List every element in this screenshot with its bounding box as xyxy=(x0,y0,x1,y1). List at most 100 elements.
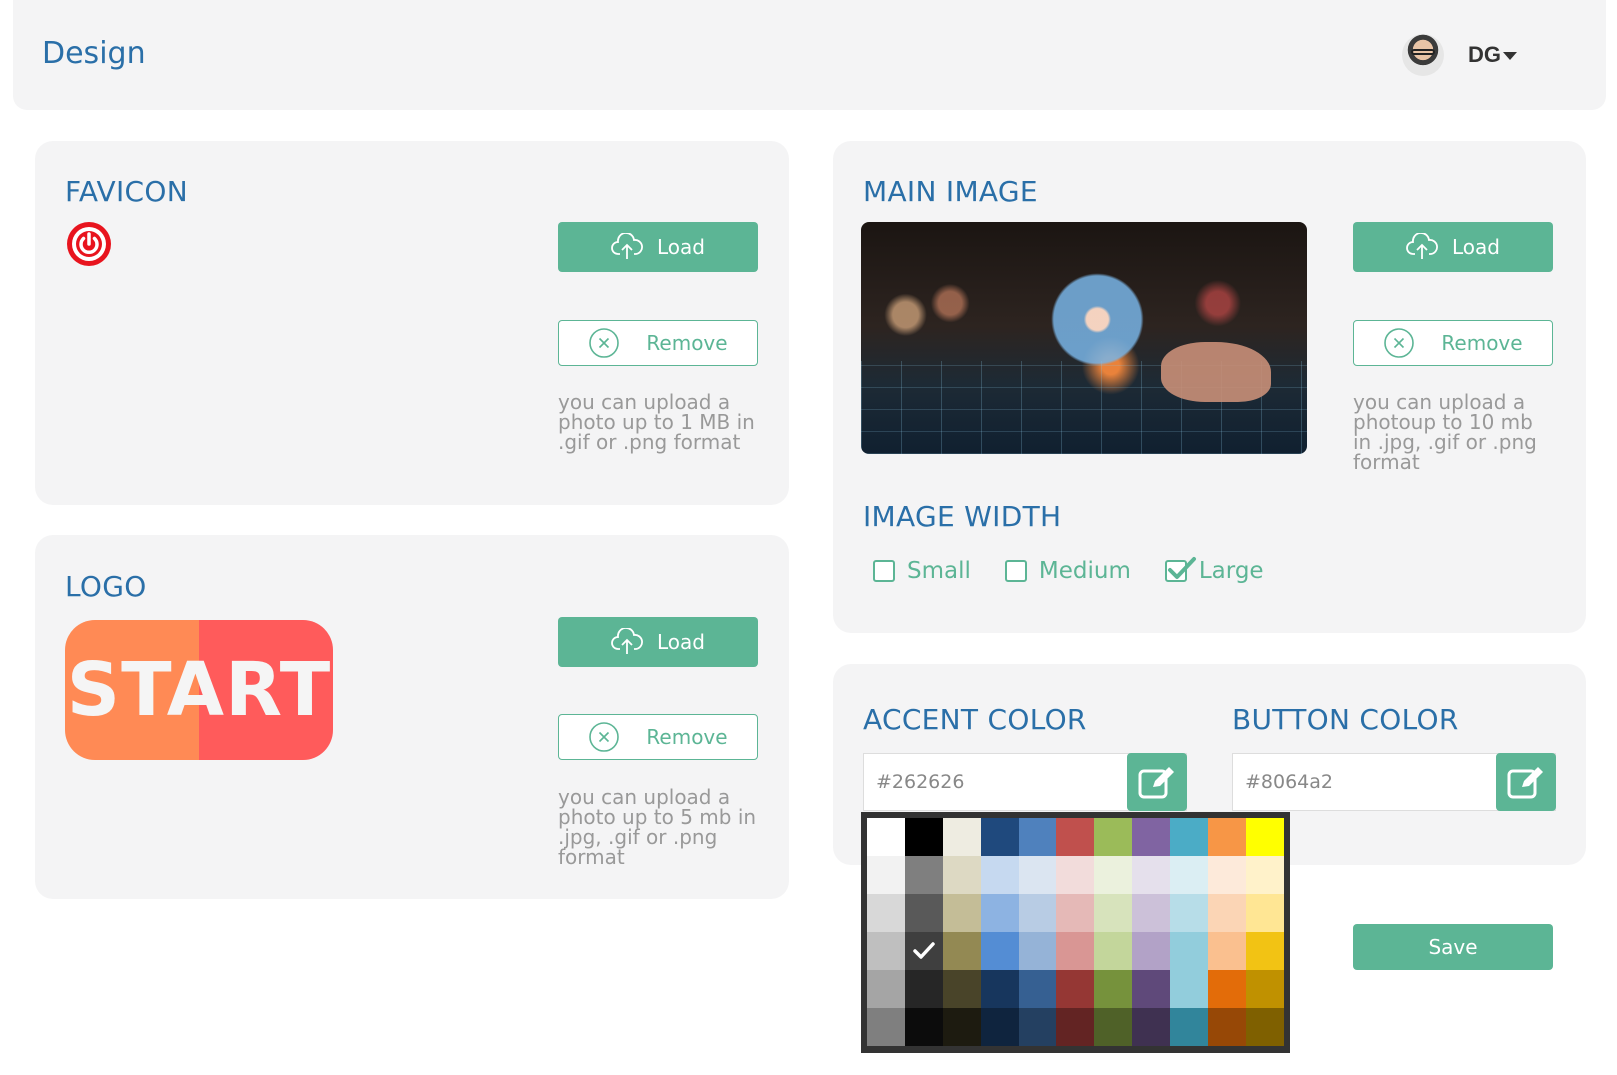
color-swatch[interactable] xyxy=(1208,894,1246,932)
logo-text: START xyxy=(66,647,332,733)
color-swatch[interactable] xyxy=(1170,894,1209,932)
color-swatch[interactable] xyxy=(980,818,1019,856)
logo-load-button[interactable]: Load xyxy=(558,617,758,667)
main-image-load-button[interactable]: Load xyxy=(1353,222,1553,272)
color-swatch[interactable] xyxy=(1056,856,1095,894)
color-swatch[interactable] xyxy=(1094,970,1133,1008)
color-swatch[interactable] xyxy=(1208,932,1246,970)
color-swatch[interactable] xyxy=(1018,970,1057,1008)
cloud-upload-icon xyxy=(611,628,643,654)
width-option-small[interactable]: Small xyxy=(873,558,971,584)
favicon-title: FAVICON xyxy=(65,175,188,208)
color-swatch[interactable] xyxy=(1132,818,1171,856)
color-swatch[interactable] xyxy=(867,1008,905,1046)
accent-color-edit-button[interactable] xyxy=(1127,753,1187,811)
user-menu[interactable]: DG xyxy=(1468,42,1517,68)
color-swatch[interactable] xyxy=(980,1008,1019,1046)
remove-label: Remove xyxy=(1441,331,1523,355)
favicon-remove-button[interactable]: Remove xyxy=(558,320,758,366)
color-swatch[interactable] xyxy=(980,932,1019,970)
color-swatch[interactable] xyxy=(904,856,943,894)
color-swatch[interactable] xyxy=(1018,856,1057,894)
color-swatch[interactable] xyxy=(980,856,1019,894)
color-swatch[interactable] xyxy=(1170,1008,1209,1046)
color-swatch[interactable] xyxy=(980,970,1019,1008)
checkbox-large[interactable] xyxy=(1164,557,1196,582)
color-swatch[interactable] xyxy=(904,1008,943,1046)
color-swatch[interactable] xyxy=(980,894,1019,932)
color-swatch[interactable] xyxy=(1132,894,1171,932)
button-color-edit-button[interactable] xyxy=(1496,753,1556,811)
color-swatch[interactable] xyxy=(1132,1008,1171,1046)
page-title: Design xyxy=(42,36,146,71)
color-swatch[interactable] xyxy=(942,818,981,856)
color-swatch[interactable] xyxy=(1170,932,1209,970)
color-swatch[interactable] xyxy=(904,932,943,970)
color-swatch[interactable] xyxy=(1132,932,1171,970)
color-swatch[interactable] xyxy=(1170,856,1209,894)
color-swatch[interactable] xyxy=(942,932,981,970)
palette-row xyxy=(867,894,1284,932)
load-label: Load xyxy=(657,235,705,259)
color-swatch[interactable] xyxy=(904,970,943,1008)
color-swatch[interactable] xyxy=(867,818,905,856)
checkbox-medium[interactable] xyxy=(1004,560,1027,582)
color-swatch[interactable] xyxy=(942,856,981,894)
color-swatch[interactable] xyxy=(904,818,943,856)
color-swatch[interactable] xyxy=(904,894,943,932)
main-image-title: MAIN IMAGE xyxy=(863,175,1038,208)
width-option-medium[interactable]: Medium xyxy=(1004,558,1131,584)
color-swatch[interactable] xyxy=(1245,818,1284,856)
color-swatch[interactable] xyxy=(1245,970,1284,1008)
close-circle-icon xyxy=(1384,328,1415,358)
color-swatch[interactable] xyxy=(1170,818,1209,856)
color-swatch[interactable] xyxy=(1208,970,1246,1008)
color-swatch[interactable] xyxy=(1094,932,1133,970)
color-swatch[interactable] xyxy=(1208,856,1246,894)
logo-remove-button[interactable]: Remove xyxy=(558,714,758,760)
color-swatch[interactable] xyxy=(1056,932,1095,970)
color-swatch[interactable] xyxy=(1245,1008,1284,1046)
check-icon xyxy=(1167,557,1196,579)
color-swatch[interactable] xyxy=(1056,894,1095,932)
color-swatch[interactable] xyxy=(942,970,981,1008)
main-image-remove-button[interactable]: Remove xyxy=(1353,320,1553,366)
color-swatch[interactable] xyxy=(1094,894,1133,932)
color-swatch[interactable] xyxy=(1056,970,1095,1008)
color-swatch[interactable] xyxy=(867,970,905,1008)
save-button[interactable]: Save xyxy=(1353,924,1553,970)
logo-image: START xyxy=(65,620,333,760)
color-swatch[interactable] xyxy=(1018,932,1057,970)
favicon-hint: you can upload a photo up to 1 MB in .gi… xyxy=(558,390,755,454)
color-swatch[interactable] xyxy=(1056,818,1095,856)
color-swatch[interactable] xyxy=(867,856,905,894)
color-swatch[interactable] xyxy=(1132,856,1171,894)
close-circle-icon xyxy=(589,328,620,358)
color-swatch[interactable] xyxy=(1208,818,1246,856)
button-color-title: BUTTON COLOR xyxy=(1232,703,1459,736)
color-swatch[interactable] xyxy=(1208,1008,1246,1046)
option-label: Medium xyxy=(1038,558,1131,584)
color-swatch[interactable] xyxy=(1245,894,1284,932)
color-swatch[interactable] xyxy=(1170,970,1209,1008)
color-swatch[interactable] xyxy=(1245,856,1284,894)
color-swatch[interactable] xyxy=(942,1008,981,1046)
color-swatch[interactable] xyxy=(1018,894,1057,932)
color-swatch[interactable] xyxy=(1018,818,1057,856)
color-swatch[interactable] xyxy=(867,932,905,970)
checkbox-small[interactable] xyxy=(873,560,895,582)
color-swatch[interactable] xyxy=(1094,856,1133,894)
color-swatch[interactable] xyxy=(1018,1008,1057,1046)
edit-icon xyxy=(1138,767,1174,799)
width-option-large[interactable]: Large xyxy=(1164,557,1264,584)
avatar[interactable] xyxy=(1402,34,1444,76)
color-swatch[interactable] xyxy=(942,894,981,932)
option-label: Small xyxy=(907,558,971,584)
color-swatch[interactable] xyxy=(867,894,905,932)
favicon-load-button[interactable]: Load xyxy=(558,222,758,272)
color-swatch[interactable] xyxy=(1094,1008,1133,1046)
color-swatch[interactable] xyxy=(1094,818,1133,856)
color-swatch[interactable] xyxy=(1245,932,1284,970)
color-swatch[interactable] xyxy=(1056,1008,1095,1046)
color-swatch[interactable] xyxy=(1132,970,1171,1008)
